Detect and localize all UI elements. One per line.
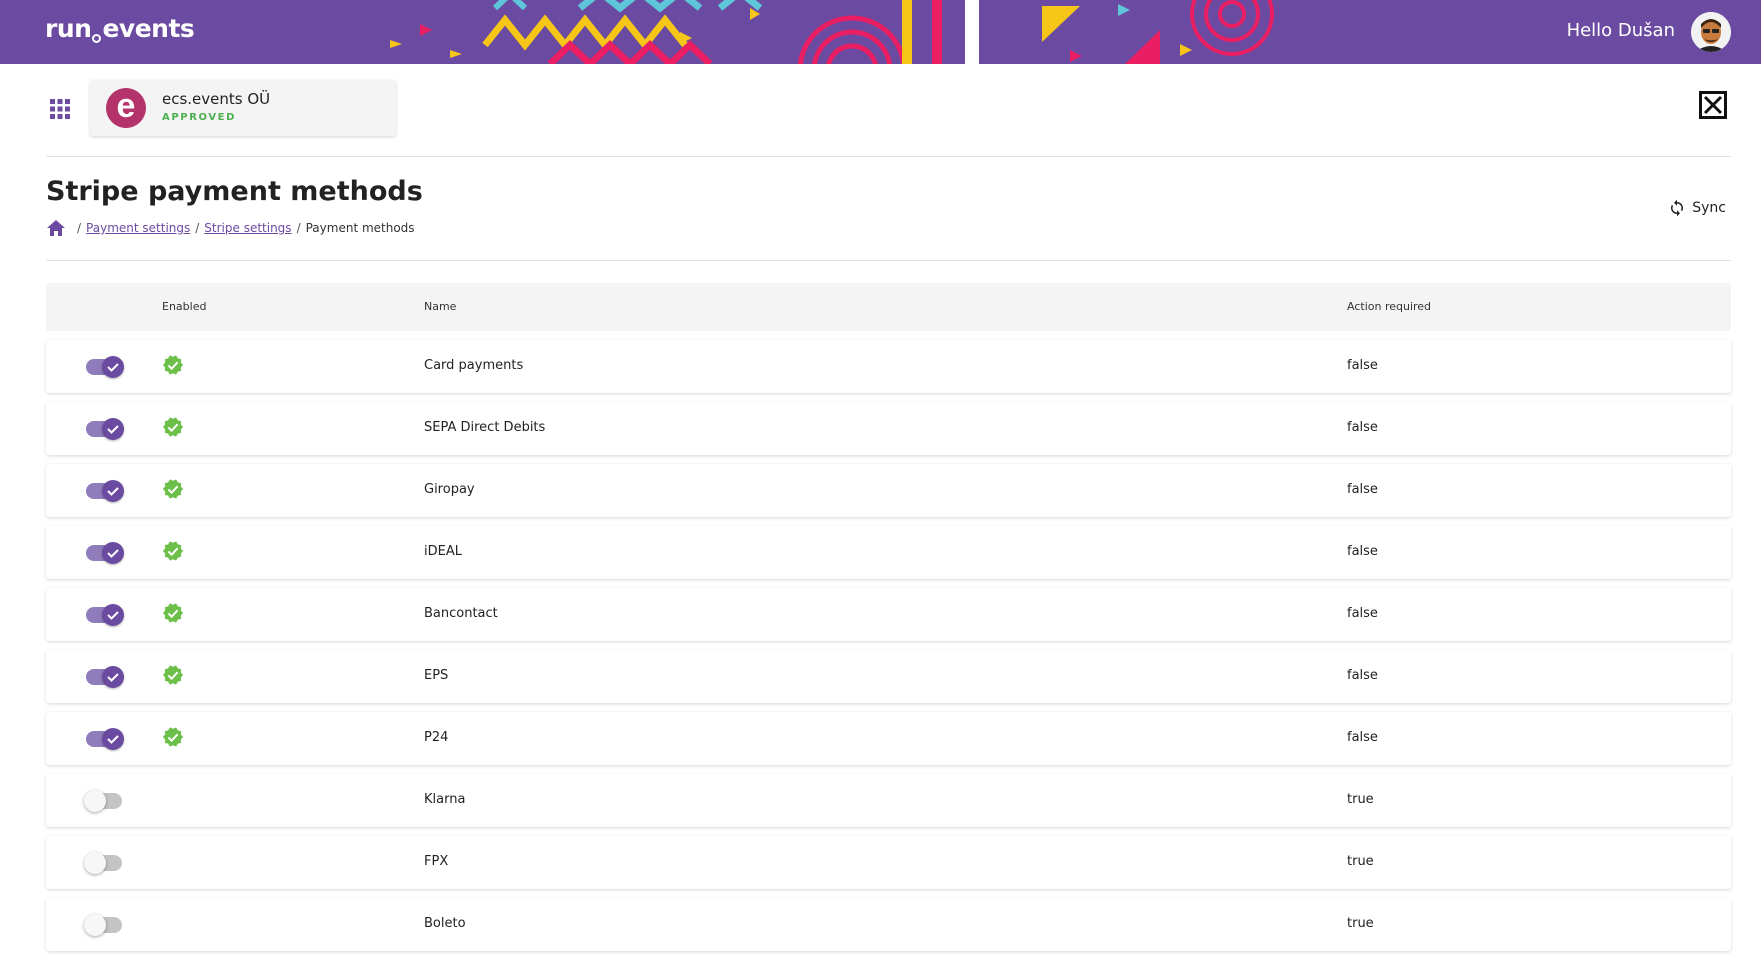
check-icon [107,425,119,434]
header-name: Name [424,300,457,313]
user-avatar[interactable] [1691,12,1731,52]
action-required-value: true [1347,916,1374,931]
toggle-knob [102,356,124,378]
divider [46,260,1731,261]
method-name: Klarna [424,792,466,807]
action-required-value: false [1347,420,1378,435]
organization-logo: e [106,88,146,128]
close-x-icon [1703,95,1723,115]
enable-toggle[interactable] [86,542,124,564]
page-title: Stripe payment methods [46,176,423,207]
table-row: Bancontact false [46,588,1731,641]
enable-toggle[interactable] [84,790,122,812]
toggle-knob [102,604,124,626]
table-row: FPX true [46,836,1731,889]
action-required-value: false [1347,606,1378,621]
verified-check-icon [162,479,184,499]
divider [46,156,1731,157]
table-row: Klarna true [46,774,1731,827]
method-name: EPS [424,668,449,683]
organization-selector[interactable]: e ecs.events OÜ APPROVED [90,80,396,136]
table-header: Enabled Name Action required [46,283,1731,331]
table-row: P24 false [46,712,1731,765]
check-icon [107,673,119,682]
table-row: iDEAL false [46,526,1731,579]
breadcrumb: / Payment settings / Stripe settings / P… [46,219,415,237]
action-required-value: false [1347,544,1378,559]
close-icon[interactable] [1699,91,1727,119]
action-required-value: false [1347,482,1378,497]
header-action-required: Action required [1347,300,1432,313]
check-icon [107,363,119,372]
verified-check-icon [162,665,184,685]
home-icon[interactable] [46,219,66,237]
table-row: Boleto true [46,898,1731,951]
enable-toggle[interactable] [86,480,124,502]
top-header: run events Hello Dušan [0,0,1761,64]
organization-status: APPROVED [162,112,237,123]
enable-toggle[interactable] [84,914,122,936]
toggle-knob [84,790,106,812]
breadcrumb-current: Payment methods [305,221,415,235]
sync-button[interactable]: Sync [1668,199,1726,217]
toggle-knob [84,914,106,936]
app-logo[interactable]: run events [45,14,195,43]
sync-icon [1671,199,1684,217]
toggle-knob [102,666,124,688]
toggle-knob [102,542,124,564]
verified-check-icon [162,603,184,623]
table-row: EPS false [46,650,1731,703]
header-enabled: Enabled [162,300,207,313]
payment-methods-list: Card payments false SEPA Direct Debits fals… [46,340,1731,958]
breadcrumb-payment-settings[interactable]: Payment settings [86,221,190,235]
enable-toggle[interactable] [86,356,124,378]
action-required-value: false [1347,668,1378,683]
method-name: Boleto [424,916,466,931]
toggle-knob [84,852,106,874]
enable-toggle[interactable] [86,418,124,440]
verified-check-icon [162,417,184,437]
enable-toggle[interactable] [84,852,122,874]
verified-check-icon [162,541,184,561]
check-icon [107,487,119,496]
method-name: Giropay [424,482,475,497]
action-required-value: false [1347,358,1378,373]
enable-toggle[interactable] [86,604,124,626]
check-icon [107,549,119,558]
toggle-knob [102,728,124,750]
action-required-value: false [1347,730,1378,745]
method-name: P24 [424,730,449,745]
header-pattern [390,0,1274,64]
method-name: iDEAL [424,544,462,559]
action-required-value: true [1347,792,1374,807]
method-name: FPX [424,854,449,869]
verified-check-icon [162,727,184,747]
avatar-face-icon [1691,12,1731,52]
method-name: Card payments [424,358,524,373]
enable-toggle[interactable] [86,728,124,750]
check-icon [107,735,119,744]
action-required-value: true [1347,854,1374,869]
table-row: Card payments false [46,340,1731,393]
method-name: Bancontact [424,606,498,621]
sync-label: Sync [1692,200,1726,216]
breadcrumb-stripe-settings[interactable]: Stripe settings [204,221,291,235]
table-row: SEPA Direct Debits false [46,402,1731,455]
table-row: Giropay false [46,464,1731,517]
logo-dot [92,34,102,43]
user-greeting: Hello Dušan [1566,20,1675,41]
method-name: SEPA Direct Debits [424,420,546,435]
organization-name: ecs.events OÜ [162,90,271,108]
verified-check-icon [162,355,184,375]
toggle-knob [102,418,124,440]
toggle-knob [102,480,124,502]
apps-grid-icon[interactable] [50,99,70,119]
enable-toggle[interactable] [86,666,124,688]
check-icon [107,611,119,620]
